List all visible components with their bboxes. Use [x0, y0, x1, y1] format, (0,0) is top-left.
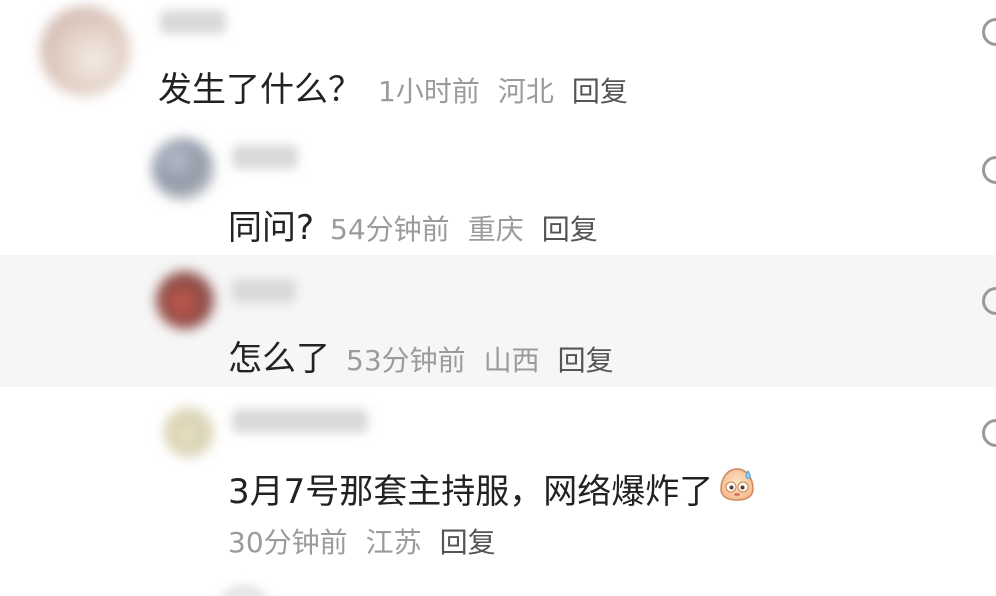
avatar[interactable]	[40, 6, 130, 96]
comment-location: 重庆	[467, 213, 524, 246]
avatar[interactable]	[164, 407, 214, 457]
like-circle-icon[interactable]	[982, 287, 996, 315]
sweating-face-emoji	[720, 468, 755, 501]
avatar[interactable]	[156, 271, 214, 329]
like-circle-icon[interactable]	[982, 18, 996, 46]
comment-time: 54分钟前	[330, 213, 450, 246]
reply-item: 同问? 54分钟前 重庆 回复	[0, 130, 996, 255]
comment-time: 30分钟前	[228, 526, 348, 559]
username[interactable]	[232, 279, 296, 303]
comment-text: 怎么了	[228, 339, 330, 379]
comment-location: 山西	[483, 344, 540, 377]
username[interactable]	[160, 10, 226, 34]
comment-time: 1小时前	[378, 75, 480, 108]
comment-thread: 发生了什么？ 1小时前 河北 回复 同问? 54分钟前 重庆 回复 怎么了 53…	[0, 0, 996, 596]
comment-text: 同问?	[228, 208, 315, 248]
comment-item: 发生了什么？ 1小时前 河北 回复	[0, 0, 996, 130]
comment-text: 发生了什么？	[158, 70, 362, 110]
reply-button[interactable]: 回复	[572, 70, 628, 110]
like-circle-icon[interactable]	[982, 156, 996, 184]
username[interactable]	[232, 409, 368, 433]
reply-item: 怎么了 53分钟前 山西 回复	[0, 255, 996, 387]
avatar[interactable]	[152, 138, 214, 200]
reply-button[interactable]: 回复	[542, 208, 598, 248]
comment-text: 3月7号那套主持服，网络爆炸了	[228, 472, 714, 512]
username[interactable]	[232, 145, 298, 169]
reply-item: 3月7号那套主持服，网络爆炸了 30分钟前 江苏 回复	[0, 387, 996, 596]
reply-button[interactable]: 回复	[440, 521, 496, 561]
comment-location: 江苏	[365, 526, 422, 559]
comment-time: 53分钟前	[346, 344, 466, 377]
comment-location: 河北	[497, 75, 554, 108]
reply-button[interactable]: 回复	[558, 339, 614, 379]
like-circle-icon[interactable]	[982, 419, 996, 447]
